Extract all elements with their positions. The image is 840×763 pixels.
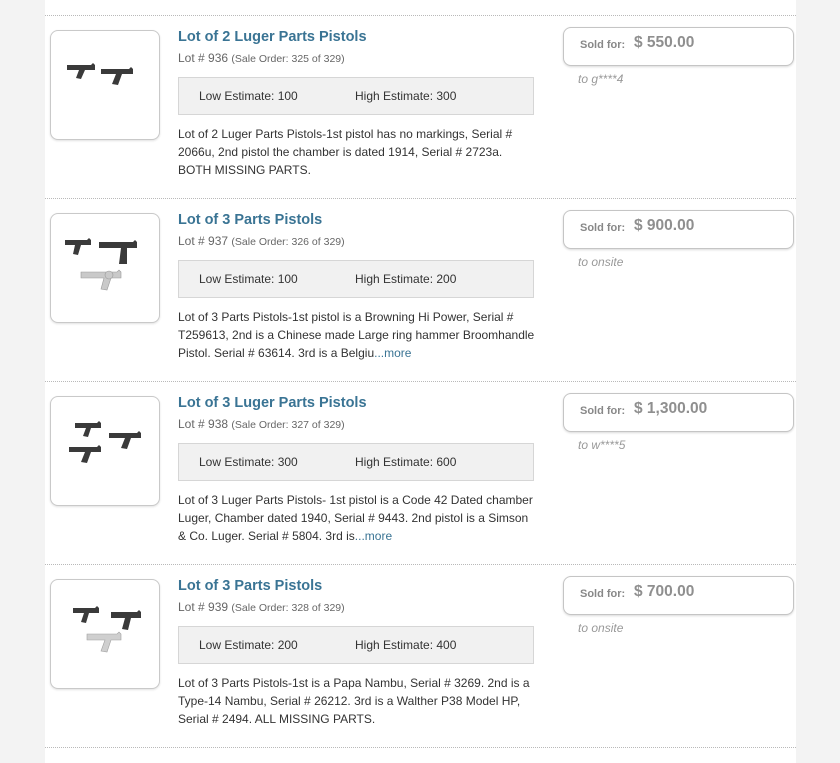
low-estimate: Low Estimate: 100	[199, 89, 298, 103]
lot-number: Lot # 938 (Sale Order: 327 of 329)	[178, 417, 345, 431]
lot-thumbnail[interactable]	[50, 396, 160, 506]
high-estimate: High Estimate: 400	[355, 638, 457, 652]
sold-price: $ 900.00	[634, 217, 695, 234]
lot-number-text: Lot # 936	[178, 51, 229, 65]
sold-price: $ 1,300.00	[634, 400, 708, 417]
lot-number: Lot # 936 (Sale Order: 325 of 329)	[178, 51, 345, 65]
lot-thumbnail[interactable]	[50, 30, 160, 140]
buyer-info: to g****4	[578, 72, 624, 86]
lot-description: Lot of 3 Parts Pistols-1st pistol is a B…	[178, 308, 538, 362]
sale-order: (Sale Order: 325 of 329)	[231, 53, 345, 65]
more-link[interactable]: ...more	[374, 346, 411, 360]
lot-number-text: Lot # 937	[178, 234, 229, 248]
sold-label: Sold for:	[580, 405, 626, 417]
lot-description: Lot of 3 Parts Pistols-1st is a Papa Nam…	[178, 674, 538, 728]
more-link[interactable]: ...more	[355, 529, 392, 543]
sold-label: Sold for:	[580, 588, 626, 600]
lot-description: Lot of 2 Luger Parts Pistols-1st pistol …	[178, 125, 538, 179]
high-estimate: High Estimate: 600	[355, 455, 457, 469]
estimate-box: Low Estimate: 100 High Estimate: 200	[178, 260, 534, 298]
sold-price-box: Sold for: $ 700.00	[563, 576, 794, 615]
three-pistols-icon	[73, 606, 141, 653]
sold-label: Sold for:	[580, 39, 626, 51]
low-estimate: Low Estimate: 100	[199, 272, 298, 286]
sold-label: Sold for:	[580, 222, 626, 234]
lot-title[interactable]: Lot of 3 Parts Pistols	[178, 578, 322, 594]
lot-thumbnail[interactable]	[50, 579, 160, 689]
lot-title[interactable]: Lot of 3 Parts Pistols	[178, 212, 322, 228]
estimate-box: Low Estimate: 200 High Estimate: 400	[178, 626, 534, 664]
sold-price-box: Sold for: $ 900.00	[563, 210, 794, 249]
description-text: Lot of 2 Luger Parts Pistols-1st pistol …	[178, 127, 513, 177]
lot-title[interactable]: Lot of 2 Luger Parts Pistols	[178, 29, 367, 45]
sale-order: (Sale Order: 326 of 329)	[231, 236, 345, 248]
lot-number-text: Lot # 938	[178, 417, 229, 431]
lot-number-text: Lot # 939	[178, 600, 229, 614]
lot-row: Lot of 3 Parts Pistols Lot # 939 (Sale O…	[45, 564, 796, 746]
sold-price: $ 700.00	[634, 583, 695, 600]
buyer-info: to onsite	[578, 621, 624, 635]
buyer-info: to onsite	[578, 255, 624, 269]
low-estimate: Low Estimate: 300	[199, 455, 298, 469]
three-pistols-icon	[65, 238, 137, 291]
sold-price-box: Sold for: $ 1,300.00	[563, 393, 794, 432]
sold-price-box: Sold for: $ 550.00	[563, 27, 794, 66]
low-estimate: Low Estimate: 200	[199, 638, 298, 652]
high-estimate: High Estimate: 300	[355, 89, 457, 103]
two-luger-pistols-icon	[67, 63, 133, 85]
estimate-box: Low Estimate: 300 High Estimate: 600	[178, 443, 534, 481]
three-luger-pistols-icon	[69, 421, 141, 463]
lot-row: Lot of 3 Parts Pistols Lot # 937 (Sale O…	[45, 198, 796, 380]
lot-row: Lot of 3 Luger Parts Pistols Lot # 938 (…	[45, 381, 796, 563]
lot-row: Lot of 2 Luger Parts Pistols Lot # 936 (…	[45, 15, 796, 197]
lot-number: Lot # 937 (Sale Order: 326 of 329)	[178, 234, 345, 248]
sale-order: (Sale Order: 328 of 329)	[231, 602, 345, 614]
sale-order: (Sale Order: 327 of 329)	[231, 419, 345, 431]
description-text: Lot of 3 Parts Pistols-1st pistol is a B…	[178, 310, 535, 360]
lot-thumbnail[interactable]	[50, 213, 160, 323]
description-text: Lot of 3 Parts Pistols-1st is a Papa Nam…	[178, 676, 530, 726]
estimate-box: Low Estimate: 100 High Estimate: 300	[178, 77, 534, 115]
high-estimate: High Estimate: 200	[355, 272, 457, 286]
divider	[45, 747, 796, 748]
lot-description: Lot of 3 Luger Parts Pistols- 1st pistol…	[178, 491, 538, 545]
buyer-info: to w****5	[578, 438, 626, 452]
lot-number: Lot # 939 (Sale Order: 328 of 329)	[178, 600, 345, 614]
lot-title[interactable]: Lot of 3 Luger Parts Pistols	[178, 395, 367, 411]
sold-price: $ 550.00	[634, 34, 695, 51]
